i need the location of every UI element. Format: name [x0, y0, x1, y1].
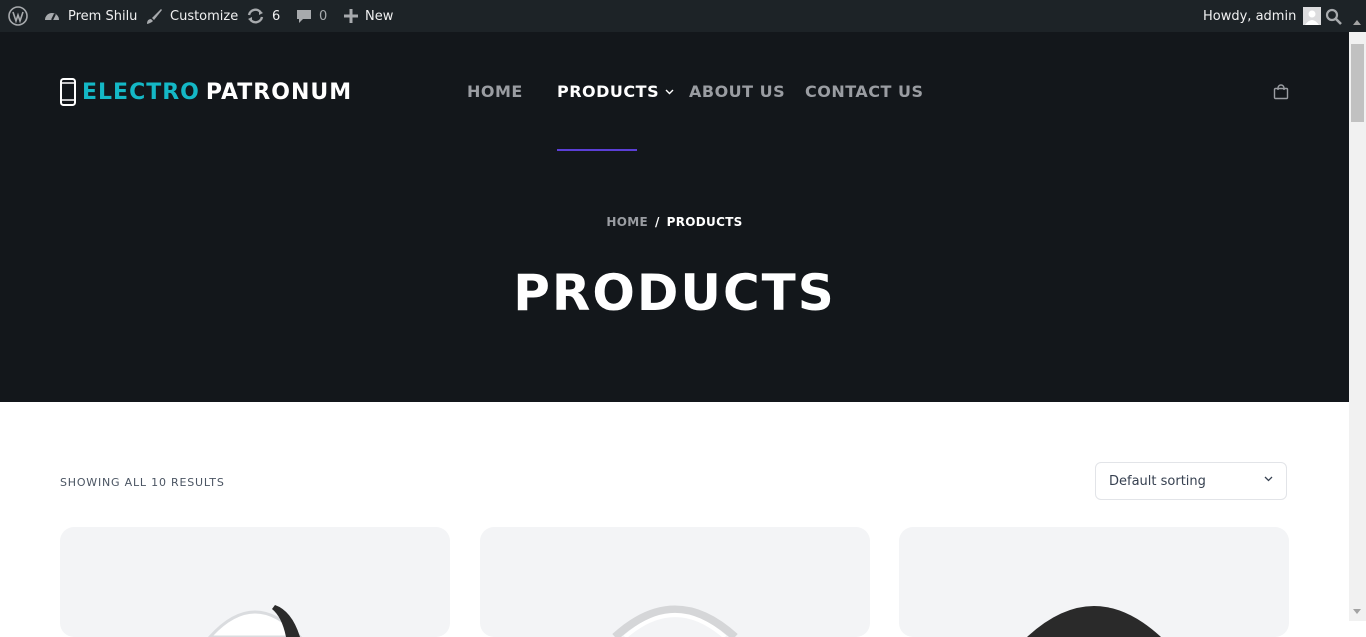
admin-bar: Prem Shilu Customize 6 0 New Howdy, admi… [0, 0, 1366, 32]
breadcrumb: HOME / PRODUCTS [0, 215, 1349, 229]
nav-products-label: PRODUCTS [557, 82, 660, 101]
shopping-bag-icon [1273, 84, 1289, 100]
updates-icon [247, 8, 264, 24]
updates-link[interactable]: 6 [246, 0, 280, 32]
avatar [1303, 7, 1322, 25]
scrollbar-thumb[interactable] [1351, 44, 1364, 122]
scroll-down-arrow[interactable] [1353, 609, 1361, 614]
nav-about[interactable]: ABOUT US [689, 82, 785, 101]
result-count: SHOWING ALL 10 RESULTS [60, 476, 225, 489]
updates-count: 6 [272, 8, 281, 24]
comments-link[interactable]: 0 [296, 0, 327, 32]
sort-selected-value: Default sorting [1109, 473, 1206, 489]
nav-active-underline [557, 149, 637, 151]
nav-products[interactable]: PRODUCTS [557, 82, 674, 101]
customize-link[interactable]: Customize [145, 0, 238, 32]
comments-count: 0 [319, 8, 328, 24]
search-icon [1325, 8, 1342, 25]
logo-text-patronum: PATRONUM [205, 79, 353, 105]
admin-search[interactable] [1325, 0, 1342, 32]
site-header: ELECTRO PATRONUM HOME PRODUCTS ABOUT US … [0, 32, 1349, 402]
paintbrush-icon [147, 9, 162, 24]
nav-contact-label: CONTACT US [805, 82, 924, 101]
chevron-down-icon [665, 89, 674, 94]
my-account-menu[interactable]: Howdy, admin [1203, 0, 1322, 32]
cart-button[interactable] [1273, 84, 1289, 104]
breadcrumb-current: PRODUCTS [666, 215, 743, 229]
wordpress-icon [8, 6, 28, 26]
scroll-up-arrow[interactable] [1353, 20, 1361, 25]
site-logo[interactable]: ELECTRO PATRONUM [60, 78, 352, 106]
customize-label: Customize [170, 8, 239, 24]
wp-logo-menu[interactable] [8, 0, 28, 32]
logo-text-electro: ELECTRO [82, 79, 200, 105]
page-title: PRODUCTS [513, 264, 836, 322]
dashboard-gauge-icon [45, 13, 59, 21]
nav-home-label: HOME [467, 82, 523, 101]
nav-home[interactable]: HOME [467, 82, 523, 101]
nav-about-label: ABOUT US [689, 82, 786, 101]
site-name: Prem Shilu [68, 8, 138, 24]
sort-select[interactable]: Default sorting [1095, 462, 1287, 500]
plus-icon [344, 9, 358, 23]
chevron-down-icon [1264, 476, 1273, 482]
site-name-menu[interactable]: Prem Shilu [43, 0, 137, 32]
howdy-text: Howdy, admin [1203, 8, 1297, 24]
comment-icon [297, 10, 311, 23]
new-content-link[interactable]: New [344, 0, 393, 32]
breadcrumb-separator: / [654, 215, 660, 229]
phone-icon [60, 78, 76, 106]
nav-contact[interactable]: CONTACT US [805, 82, 924, 101]
new-label: New [365, 8, 394, 24]
breadcrumb-home[interactable]: HOME [606, 215, 648, 229]
